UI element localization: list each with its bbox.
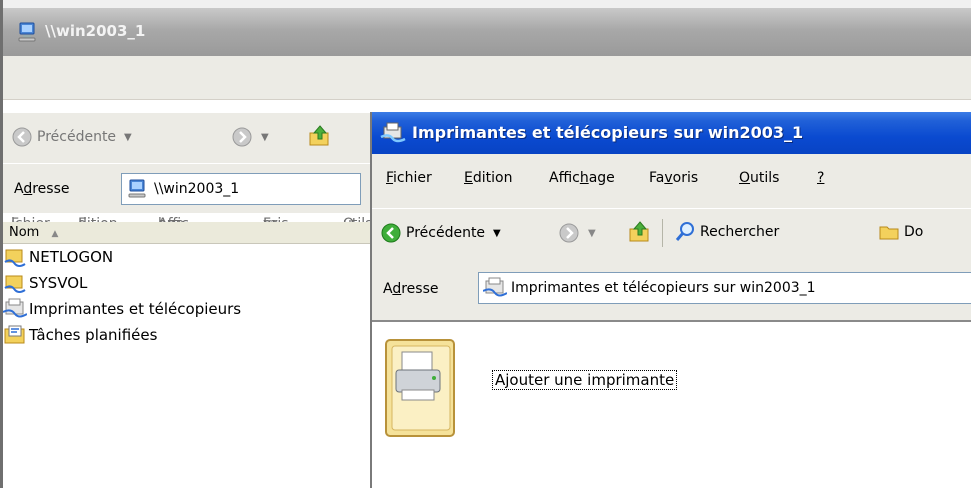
network-computer-icon [128, 179, 146, 198]
back-arrow-icon [12, 127, 32, 147]
shared-folder-icon [4, 275, 26, 293]
search-button[interactable]: Rechercher [674, 221, 779, 243]
list-item[interactable]: Tâches planifiées [3, 324, 157, 346]
forward-button[interactable]: ▼ [231, 126, 269, 148]
up-folder-icon [309, 125, 329, 146]
up-folder-button[interactable] [628, 220, 652, 244]
menu-favoris[interactable]: Favoris [649, 170, 698, 186]
list-item[interactable]: Imprimantes et télécopieurs [3, 298, 241, 320]
back-window-title: \\win2003_1 [45, 22, 146, 40]
back-dropdown-icon[interactable]: ▼ [493, 228, 501, 239]
scheduled-tasks-icon [4, 325, 25, 344]
address-label: Adresse [14, 181, 70, 197]
back-address-input[interactable]: \\win2003_1 [121, 173, 361, 205]
up-folder-icon [629, 221, 649, 242]
printer-list-view: Ajouter une imprimante [372, 320, 971, 488]
back-dropdown-icon[interactable]: ▼ [124, 132, 132, 143]
menu-edition[interactable]: Edition [464, 170, 512, 186]
back-button[interactable]: Précédente ▼ [380, 222, 501, 244]
front-address-input[interactable]: Imprimantes et télécopieurs sur win2003_… [478, 272, 971, 304]
back-menubar: Fichier Edition Affichage Favoris Outils… [3, 56, 971, 232]
search-icon [675, 222, 694, 241]
printers-folder-icon [380, 121, 406, 149]
back-button[interactable]: Précédente ▼ [11, 126, 132, 148]
add-printer-item[interactable] [382, 336, 462, 450]
shared-folder-icon [4, 249, 26, 267]
front-window-title: Imprimantes et télécopieurs sur win2003_… [412, 123, 804, 142]
forward-button[interactable]: ▼ [558, 222, 596, 244]
front-address-bar: Adresse Imprimantes et télécopieurs sur … [372, 264, 971, 312]
folders-button[interactable]: Do [878, 221, 923, 243]
front-titlebar[interactable]: Imprimantes et télécopieurs sur win2003_… [372, 112, 971, 154]
menu-fichier[interactable]: Fichier [386, 170, 432, 186]
network-computer-icon [16, 21, 38, 47]
printers-folder-icon [3, 298, 27, 318]
list-item[interactable]: SYSVOL [3, 272, 87, 294]
back-titlebar[interactable]: \\win2003_1 [3, 0, 971, 56]
menu-outils[interactable]: Outils [739, 170, 779, 186]
forward-arrow-icon [232, 127, 252, 147]
back-arrow-icon [381, 223, 401, 243]
column-header-nom[interactable]: Nom ▲ [3, 222, 373, 244]
front-menubar: Fichier Edition Affichage Favoris Outils… [372, 154, 971, 202]
front-window: Imprimantes et télécopieurs sur win2003_… [370, 112, 971, 488]
toolbar-separator [662, 219, 663, 247]
menu-help[interactable]: ? [817, 170, 824, 186]
printers-folder-icon [483, 277, 507, 297]
forward-arrow-icon [559, 223, 579, 243]
front-toolbar: Précédente ▼ ▼ Rechercher Do [372, 208, 971, 256]
address-label: Adresse [383, 281, 439, 297]
add-printer-label[interactable]: Ajouter une imprimante [492, 370, 678, 390]
add-printer-icon [385, 339, 455, 437]
sort-ascending-icon: ▲ [51, 229, 59, 239]
up-folder-button[interactable] [308, 124, 332, 148]
folder-icon [879, 226, 899, 240]
menu-affichage[interactable]: Affichage [549, 170, 615, 186]
forward-dropdown-icon[interactable]: ▼ [261, 132, 269, 143]
back-toolbar: Précédente ▼ ▼ [3, 113, 373, 163]
list-item[interactable]: NETLOGON [3, 246, 113, 268]
forward-dropdown-icon[interactable]: ▼ [588, 228, 596, 239]
back-address-bar: Adresse \\win2003_1 [3, 163, 373, 213]
